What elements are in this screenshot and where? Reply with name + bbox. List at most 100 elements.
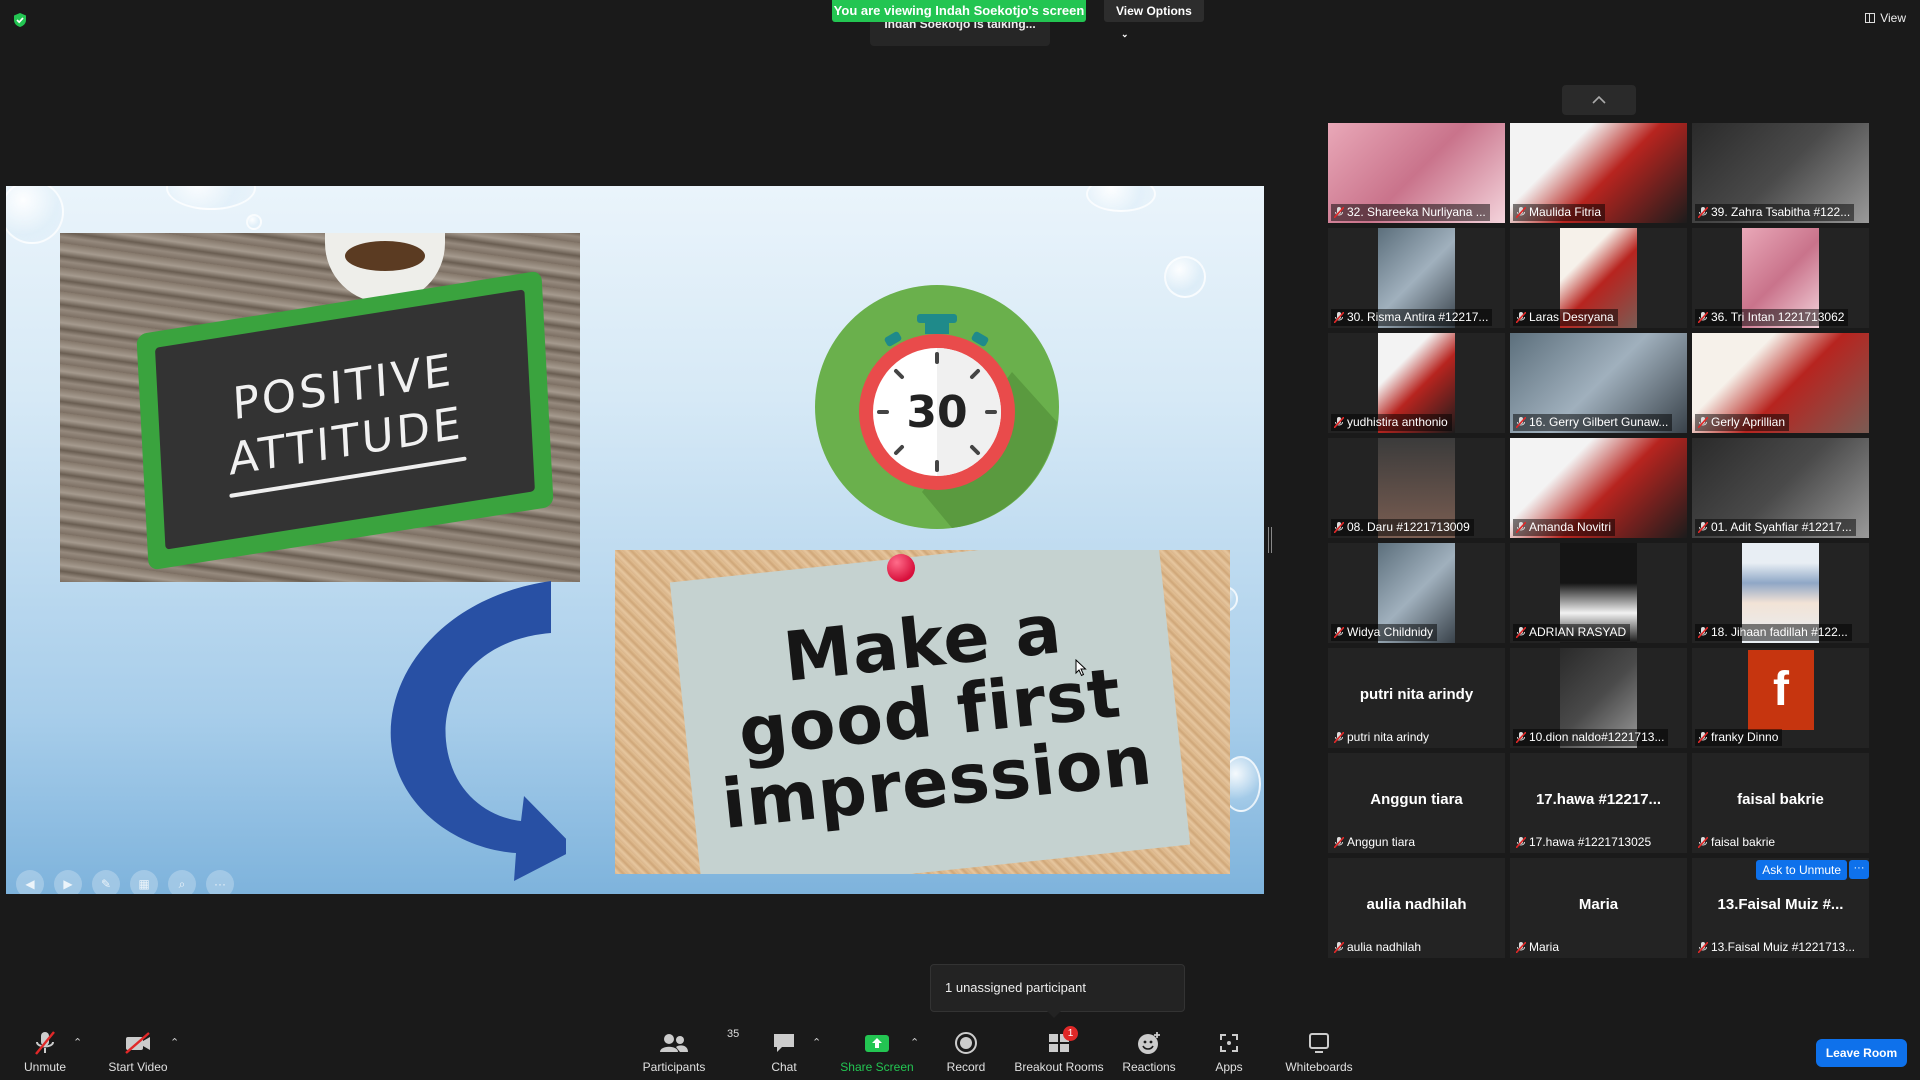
participant-name-label: 32. Shareeka Nurliyana ... — [1331, 204, 1490, 221]
participant-name: 32. Shareeka Nurliyana ... — [1347, 205, 1486, 219]
participant-name: Maria — [1529, 940, 1560, 954]
participant-tile[interactable]: yudhistira anthonio — [1328, 333, 1505, 433]
resize-handle[interactable] — [1268, 527, 1272, 553]
participant-center-name: aulia nadhilah — [1366, 896, 1467, 913]
view-options-button[interactable]: View Options ⌄ — [1104, 0, 1204, 39]
view-button[interactable]: View — [1865, 11, 1906, 25]
participant-name-label: yudhistira anthonio — [1331, 414, 1452, 431]
muted-mic-icon — [1698, 417, 1708, 428]
curved-arrow-icon — [390, 581, 566, 881]
participant-name-label: Gerly Aprillian — [1695, 414, 1790, 431]
participant-center-name: faisal bakrie — [1737, 791, 1824, 808]
audio-options-caret[interactable]: ⌃ — [73, 1036, 82, 1049]
participant-center-name: 13.Faisal Muiz #... — [1717, 896, 1844, 913]
video-options-caret[interactable]: ⌃ — [170, 1036, 179, 1049]
participant-tile[interactable]: Gerly Aprillian — [1692, 333, 1869, 433]
record-label: Record — [946, 1060, 986, 1074]
muted-mic-icon — [1516, 732, 1526, 743]
participants-label: Participants — [642, 1060, 706, 1074]
participant-name: 39. Zahra Tsabitha #122... — [1711, 205, 1851, 219]
decorative-bubble — [166, 186, 256, 210]
muted-mic-icon — [1334, 417, 1344, 428]
participant-tile[interactable]: Maria Maria — [1510, 858, 1687, 958]
participants-button[interactable]: 35 Participants — [619, 1028, 740, 1074]
participant-name-label: Laras Desryana — [1513, 309, 1618, 326]
participant-tile[interactable]: 13.Faisal Muiz #... 13.Faisal Muiz #12217… — [1692, 858, 1869, 958]
participant-tile[interactable]: Maulida Fitria — [1510, 123, 1687, 223]
participant-tile[interactable]: 17.hawa #12217... 17.hawa #1221713025 — [1510, 753, 1687, 853]
participant-name-label: putri nita arindy — [1331, 729, 1433, 746]
participant-name-label: Amanda Novitri — [1513, 519, 1616, 536]
participant-tile[interactable]: 30. Risma Antira #12217... — [1328, 228, 1505, 328]
whiteboard-icon — [1309, 1033, 1329, 1053]
muted-mic-icon — [1698, 522, 1708, 533]
participant-name-label: 10.dion naldo#1221713... — [1513, 729, 1669, 746]
pen-icon[interactable]: ✎ — [92, 870, 120, 894]
leave-room-button[interactable]: Leave Room — [1816, 1039, 1907, 1067]
whiteboards-button[interactable]: Whiteboards — [1264, 1030, 1374, 1074]
decorative-bubble — [6, 186, 64, 244]
participant-name-label: Widya Childnidy — [1331, 624, 1438, 641]
start-video-label: Start Video — [108, 1060, 168, 1074]
participant-tile[interactable]: 01. Adit Syahfiar #12217... — [1692, 438, 1869, 538]
muted-mic-icon — [1516, 627, 1526, 638]
muted-mic-icon — [1698, 837, 1708, 848]
participant-tile[interactable]: 32. Shareeka Nurliyana ... — [1328, 123, 1505, 223]
participant-name: franky Dinno — [1711, 730, 1779, 744]
chat-options-caret[interactable]: ⌃ — [812, 1036, 821, 1049]
participant-tile[interactable]: f franky Dinno — [1692, 648, 1869, 748]
participant-tile[interactable]: faisal bakrie faisal bakrie — [1692, 753, 1869, 853]
more-options-button[interactable]: ··· — [1849, 860, 1869, 879]
note-paper: Make a good first impression — [669, 550, 1191, 874]
participant-name: 13.Faisal Muiz #1221713... — [1711, 940, 1856, 954]
participant-tile[interactable]: 18. Jihaan fadillah #122... — [1692, 543, 1869, 643]
participant-tile[interactable]: Widya Childnidy — [1328, 543, 1505, 643]
participant-tile[interactable]: 08. Daru #1221713009 — [1328, 438, 1505, 538]
zoom-icon[interactable]: ⌕ — [168, 870, 196, 894]
participant-tile[interactable]: Anggun tiara Anggun tiara — [1328, 753, 1505, 853]
more-options-icon[interactable]: ··· — [206, 870, 234, 894]
next-slide-icon[interactable]: ▶ — [54, 870, 82, 894]
slides-grid-icon[interactable]: ▦ — [130, 870, 158, 894]
ask-to-unmute-button[interactable]: Ask to Unmute — [1756, 860, 1847, 880]
participants-icon — [660, 1034, 688, 1052]
apps-icon — [1220, 1034, 1238, 1052]
apps-label: Apps — [1215, 1060, 1243, 1074]
participant-center-name: putri nita arindy — [1359, 686, 1474, 703]
record-icon — [955, 1032, 977, 1054]
participant-name-label: 08. Daru #1221713009 — [1331, 519, 1474, 536]
chat-icon — [774, 1034, 794, 1052]
gallery-page-up-button[interactable] — [1562, 85, 1636, 115]
security-shield-icon[interactable] — [12, 12, 28, 28]
participant-tile[interactable]: aulia nadhilah aulia nadhilah — [1328, 858, 1505, 958]
participant-name-label: 18. Jihaan fadillah #122... — [1695, 624, 1852, 641]
participant-name: Widya Childnidy — [1347, 625, 1434, 639]
shared-screen[interactable]: POSITIVE ATTITUDE 30 Make a good first i… — [6, 186, 1264, 894]
muted-mic-icon — [1334, 837, 1344, 848]
avatar: f — [1748, 650, 1814, 730]
participant-tile[interactable]: 16. Gerry Gilbert Gunaw... — [1510, 333, 1687, 433]
participant-tile[interactable]: 10.dion naldo#1221713... — [1510, 648, 1687, 748]
participant-name: Gerly Aprillian — [1711, 415, 1786, 429]
previous-slide-icon[interactable]: ◀ — [16, 870, 44, 894]
participant-tile[interactable]: 36. Tri Intan 1221713062 — [1692, 228, 1869, 328]
participant-tile[interactable]: putri nita arindy putri nita arindy — [1328, 648, 1505, 748]
slide-controls: ◀ ▶ ✎ ▦ ⌕ ··· — [16, 870, 234, 894]
participant-name-label: 16. Gerry Gilbert Gunaw... — [1513, 414, 1673, 431]
participant-tile[interactable]: ADRIAN RASYAD — [1510, 543, 1687, 643]
muted-mic-icon — [1334, 732, 1344, 743]
participant-name-label: 13.Faisal Muiz #1221713... — [1695, 939, 1859, 956]
muted-mic-icon — [1516, 207, 1526, 218]
zoom-meeting-window: Indah Soekotjo is talking... You are vie… — [0, 0, 1920, 1080]
chalkboard-surface: POSITIVE ATTITUDE — [154, 289, 535, 550]
participant-tile[interactable]: Amanda Novitri — [1510, 438, 1687, 538]
participant-name-label: Maria — [1513, 939, 1563, 956]
participant-name-label: 17.hawa #1221713025 — [1513, 834, 1655, 851]
participant-name: Maulida Fitria — [1529, 205, 1602, 219]
participant-tile[interactable]: 39. Zahra Tsabitha #122... — [1692, 123, 1869, 223]
decorative-bubble — [1164, 256, 1206, 298]
video-off-icon — [125, 1032, 150, 1054]
participant-tile[interactable]: Laras Desryana — [1510, 228, 1687, 328]
muted-mic-icon — [1516, 417, 1526, 428]
viewing-screen-banner: You are viewing Indah Soekotjo's screen — [832, 0, 1086, 22]
